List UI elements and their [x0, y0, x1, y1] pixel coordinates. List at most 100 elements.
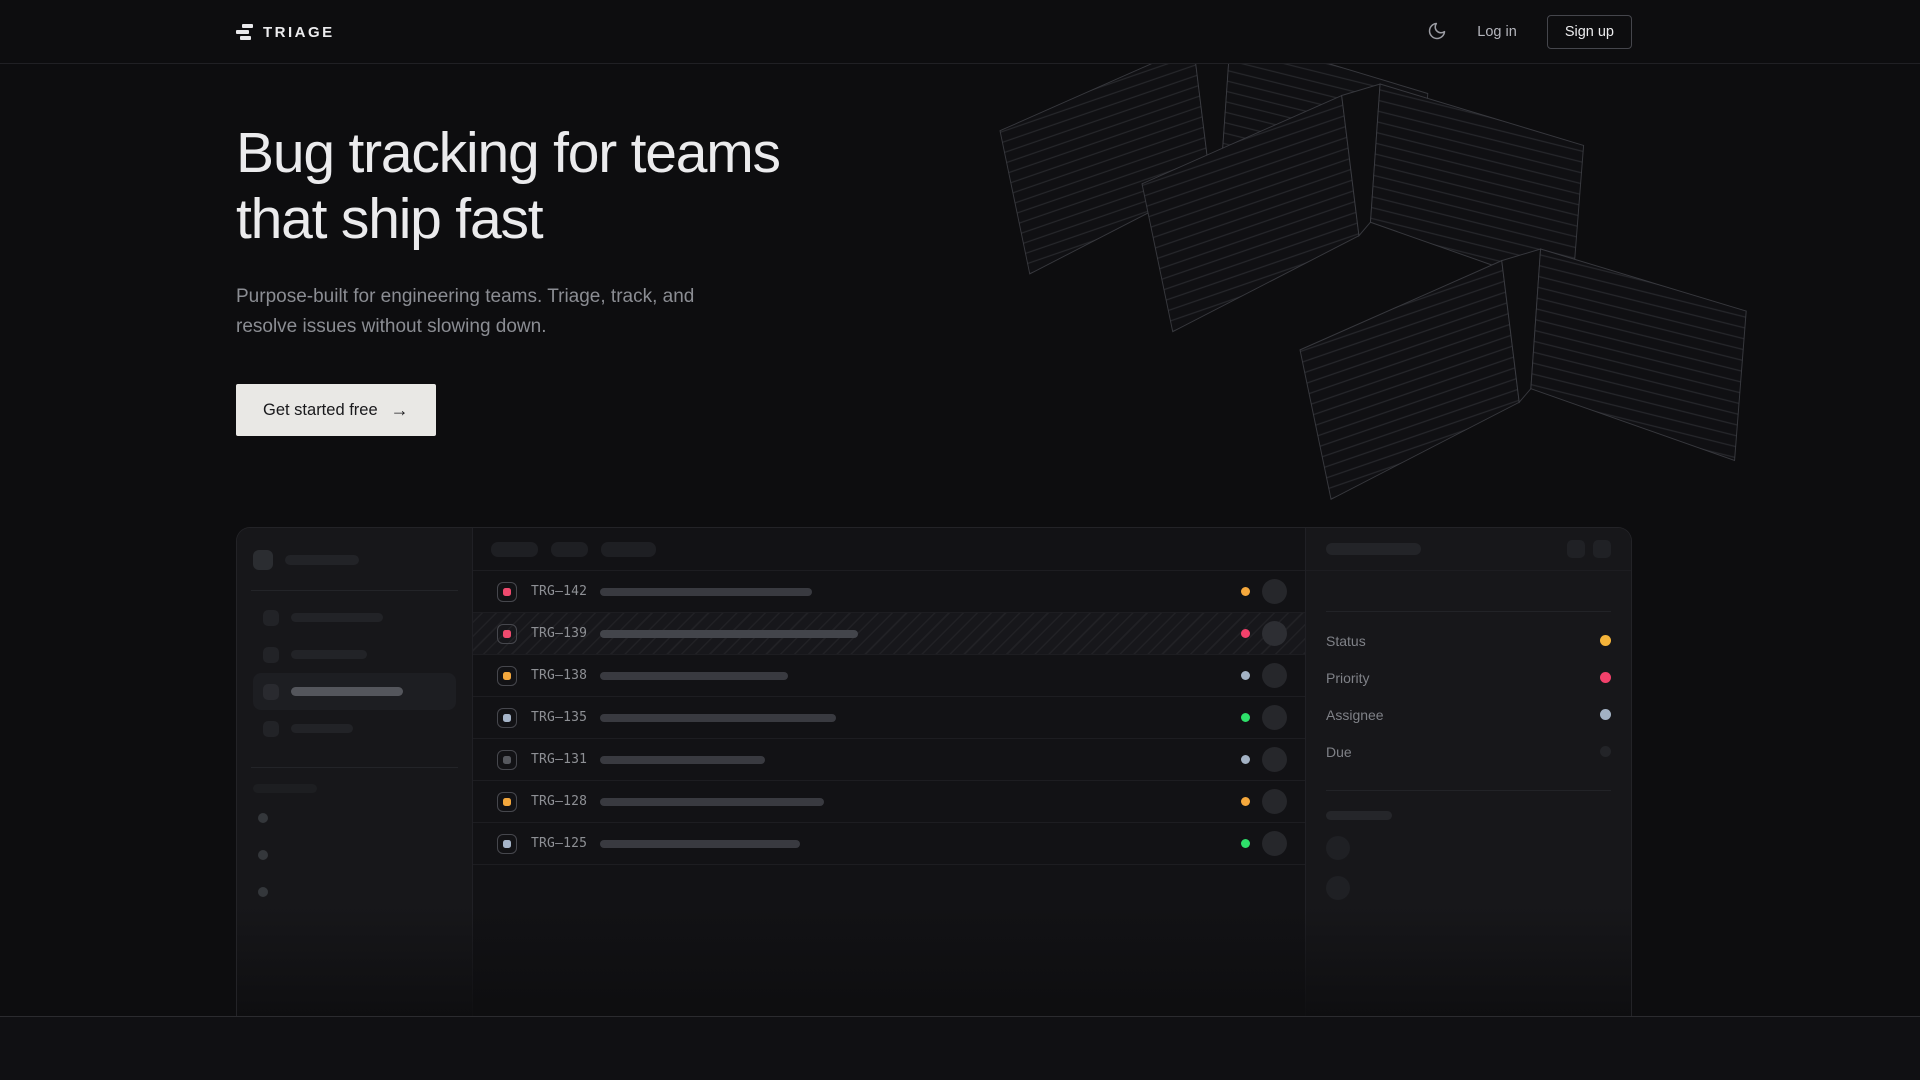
- sidebar-divider: [251, 590, 458, 591]
- arrow-right-icon: →: [391, 401, 409, 419]
- issue-type-icon: [497, 834, 517, 854]
- sidebar-item-skeleton-active: [253, 673, 456, 710]
- issue-row: TRG–125: [473, 823, 1305, 865]
- get-started-button[interactable]: Get started free →: [236, 384, 436, 436]
- detail-section-label-skeleton: [1326, 811, 1392, 820]
- cta-label: Get started free: [263, 401, 378, 420]
- status-dot-icon: [1241, 713, 1250, 722]
- assignee-avatar-skeleton: [1262, 579, 1287, 604]
- issue-title-skeleton: [600, 756, 765, 764]
- sidebar-item-skeleton: [253, 599, 456, 636]
- issue-title-skeleton: [600, 798, 824, 806]
- site-header: TRIAGE Log in Sign up: [0, 0, 1920, 64]
- workspace-switcher-skeleton: [253, 550, 456, 570]
- field-label: Assignee: [1326, 707, 1384, 723]
- status-dot-icon: [1241, 629, 1250, 638]
- status-dot-icon: [1241, 755, 1250, 764]
- app-preview-mockup: TRG–142 TRG–139 TRG–138 TRG–135 TRG–131: [236, 527, 1632, 1016]
- panel-button-skeleton: [1567, 540, 1585, 558]
- field-value-dot-icon: [1600, 709, 1611, 720]
- issue-row: TRG–142: [473, 571, 1305, 613]
- detail-header-buttons: [1567, 540, 1611, 558]
- issue-list: TRG–142 TRG–139 TRG–138 TRG–135 TRG–131: [472, 528, 1306, 1016]
- field-label: Status: [1326, 633, 1366, 649]
- issue-row: TRG–139: [473, 613, 1305, 655]
- nav-icon-skeleton: [263, 684, 279, 700]
- issue-type-icon: [497, 582, 517, 602]
- detail-header-skeleton: [1326, 543, 1421, 555]
- status-dot-icon: [1241, 587, 1250, 596]
- detail-fields: Status Priority Assignee Due: [1326, 622, 1611, 770]
- nav-label-skeleton: [291, 613, 383, 622]
- mockup-sidebar: [237, 528, 472, 1016]
- nav-label-skeleton: [291, 687, 403, 696]
- assignee-avatar-skeleton: [1262, 789, 1287, 814]
- issue-title-skeleton: [600, 630, 858, 638]
- issue-detail-panel: Status Priority Assignee Due: [1306, 528, 1631, 1016]
- assignee-avatar-skeleton: [1262, 663, 1287, 688]
- filter-pill-skeleton: [551, 542, 588, 557]
- issue-row: TRG–128: [473, 781, 1305, 823]
- hero-title-line2: that ship fast: [236, 186, 1632, 252]
- detail-field-row: Priority: [1326, 659, 1611, 696]
- panel-button-skeleton: [1593, 540, 1611, 558]
- issue-type-icon: [497, 624, 517, 644]
- issue-title-skeleton: [600, 840, 800, 848]
- moon-icon: [1427, 21, 1447, 44]
- logo: TRIAGE: [236, 24, 335, 41]
- sidebar-item-skeleton: [253, 636, 456, 673]
- dot-skeleton: [258, 813, 268, 823]
- triage-logo-icon: [236, 24, 253, 40]
- issue-id: TRG–131: [531, 752, 588, 767]
- issue-id: TRG–125: [531, 836, 588, 851]
- issue-id: TRG–142: [531, 584, 588, 599]
- hero-title: Bug tracking for teams that ship fast: [236, 64, 1632, 252]
- sidebar-nav-skeleton: [253, 599, 456, 747]
- filter-pill-skeleton: [601, 542, 656, 557]
- field-value-dot-icon: [1600, 746, 1611, 757]
- assignee-avatar-skeleton: [1262, 831, 1287, 856]
- issue-title-skeleton: [600, 672, 788, 680]
- nav-label-skeleton: [291, 650, 367, 659]
- avatar-skeleton: [1326, 836, 1350, 860]
- issue-title-skeleton: [600, 714, 836, 722]
- detail-field-row: Status: [1326, 622, 1611, 659]
- hero-title-line1: Bug tracking for teams: [236, 120, 1632, 186]
- issue-row: TRG–138: [473, 655, 1305, 697]
- signup-button[interactable]: Sign up: [1547, 15, 1632, 49]
- field-label: Due: [1326, 744, 1352, 760]
- nav-icon-skeleton: [263, 647, 279, 663]
- status-dot-icon: [1241, 839, 1250, 848]
- dot-skeleton: [258, 887, 268, 897]
- filter-pill-skeleton: [491, 542, 538, 557]
- theme-toggle-button[interactable]: [1427, 21, 1447, 44]
- issue-id: TRG–135: [531, 710, 588, 725]
- avatar-skeleton: [1326, 876, 1350, 900]
- field-label: Priority: [1326, 670, 1370, 686]
- list-toolbar-skeleton: [473, 528, 1305, 571]
- issue-type-icon: [497, 792, 517, 812]
- login-link[interactable]: Log in: [1477, 24, 1517, 40]
- issue-type-icon: [497, 666, 517, 686]
- issue-row: TRG–135: [473, 697, 1305, 739]
- issue-type-icon: [497, 708, 517, 728]
- issue-rows: TRG–142 TRG–139 TRG–138 TRG–135 TRG–131: [473, 571, 1305, 865]
- site-footer: [0, 1016, 1920, 1080]
- issue-id: TRG–138: [531, 668, 588, 683]
- issue-row: TRG–131: [473, 739, 1305, 781]
- detail-field-row: Due: [1326, 733, 1611, 770]
- issue-title-skeleton: [600, 588, 812, 596]
- sidebar-divider: [251, 767, 458, 768]
- nav-icon-skeleton: [263, 721, 279, 737]
- detail-divider: [1326, 611, 1611, 612]
- brand-name: TRIAGE: [263, 24, 335, 41]
- detail-header: [1306, 528, 1631, 571]
- status-dot-icon: [1241, 797, 1250, 806]
- assignee-avatar-skeleton: [1262, 621, 1287, 646]
- sidebar-section-label-skeleton: [253, 784, 317, 793]
- status-dot-icon: [1241, 671, 1250, 680]
- assignee-avatar-skeleton: [1262, 705, 1287, 730]
- detail-divider: [1326, 790, 1611, 791]
- sidebar-item-skeleton: [253, 710, 456, 747]
- hero-subtitle: Purpose-built for engineering teams. Tri…: [236, 282, 706, 342]
